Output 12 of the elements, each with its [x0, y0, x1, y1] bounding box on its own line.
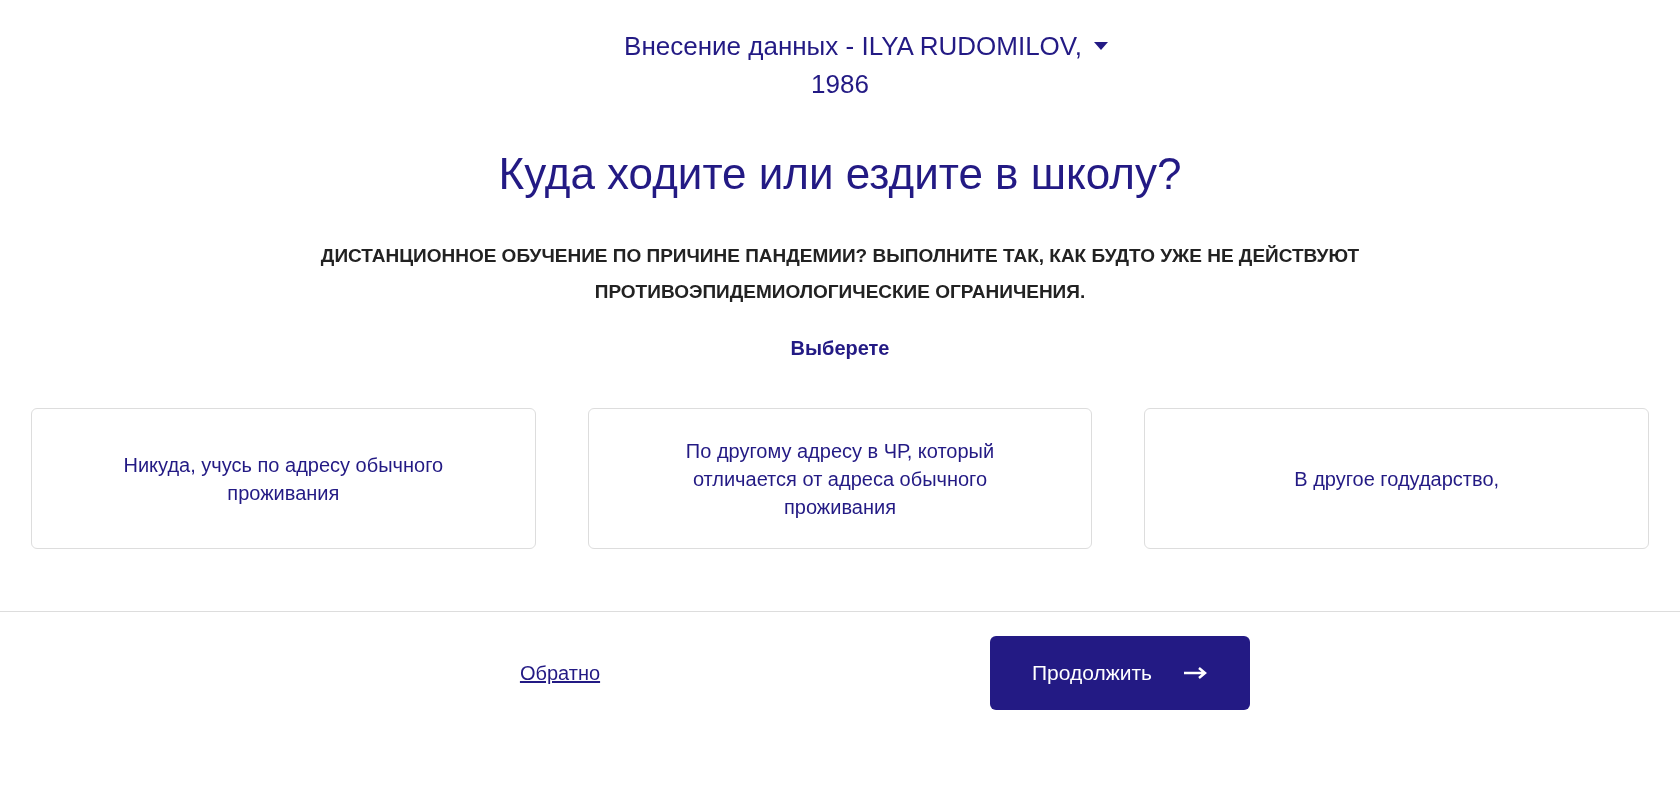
back-link[interactable]: Обратно — [517, 658, 603, 688]
option-card[interactable]: Никуда, учусь по адресу обычного проживания — [31, 408, 536, 549]
prompt-label: Выберете — [790, 336, 890, 361]
continue-button[interactable]: Продолжить — [990, 636, 1250, 710]
notice-text: ДИСТАНЦИОННОЕ ОБУЧЕНИЕ ПО ПРИЧИНЕ ПАНДЕМИИ? ВЫПОЛНИТЕ ТАК, КАК БУДТО УЖЕ НЕ ДЕЙСТВУЮТ ПРОТИВОЭПИДЕМИОЛОГИЧЕСКИЕ ОГРАНИЧЕНИЯ. — [319, 244, 1361, 304]
arrow-right-icon — [1184, 667, 1209, 679]
option-card[interactable]: В другое годударство, — [1144, 408, 1649, 549]
header-title: Внесение данных - ILYA RUDOMILOV, — [623, 30, 1082, 63]
option-card[interactable]: По другому адресу в ЧР, который отличается от адреса обычного проживания — [587, 408, 1093, 549]
question-heading: Куда ходите или ездите в школу? — [498, 148, 1182, 200]
header-subtitle: 1986 — [811, 68, 869, 101]
caret-icon[interactable] — [1094, 42, 1108, 50]
